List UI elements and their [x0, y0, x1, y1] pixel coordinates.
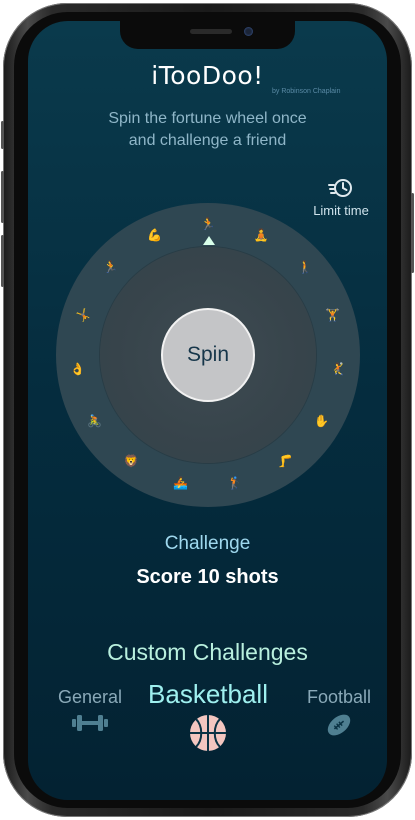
- wheel-segment-icon: 🏃: [103, 260, 119, 275]
- subtitle: Spin the fortune wheel once and challeng…: [28, 108, 387, 152]
- fortune-wheel[interactable]: 🏃 🧘 🚶 🏋 🤾 ✋ 🦵 🏌 🚣 🦁 🚴 👌 🤸 🏃 💪 Spin: [56, 203, 360, 507]
- wheel-segment-icon: 🚴: [87, 413, 103, 428]
- subtitle-line-1: Spin the fortune wheel once: [108, 110, 307, 127]
- mute-switch: [1, 121, 4, 149]
- tab-football-label: Football: [306, 687, 372, 707]
- wheel-segment-icon: 🏃: [200, 217, 216, 231]
- wheel-segment-icon: 🏋: [325, 307, 341, 322]
- wheel-segment-icon: 🤾: [330, 361, 346, 376]
- subtitle-line-2: and challenge a friend: [128, 132, 287, 149]
- wheel-segment-icon: ✋: [313, 413, 329, 428]
- author-byline: by Robinson Chaplain: [272, 88, 341, 95]
- custom-challenges-title: Custom Challenges: [107, 639, 308, 665]
- challenge-label: Challenge: [164, 533, 251, 554]
- title-row: iTooDoo!: [28, 61, 387, 90]
- basketball-icon: [190, 715, 226, 751]
- tab-football[interactable]: Football: [296, 687, 382, 743]
- tab-basketball-label: Basketball: [148, 679, 268, 709]
- wheel-segment-icon: 🧘: [253, 228, 269, 243]
- wheel-segment-icon: 💪: [147, 228, 163, 243]
- volume-down-button: [1, 235, 4, 287]
- stopwatch-icon: [328, 179, 352, 197]
- dumbbell-icon: [72, 715, 108, 731]
- wheel-segment-icon: 🦵: [277, 453, 293, 468]
- notch: [120, 21, 295, 49]
- app-screen: iTooDoo! by Robinson Chaplain Spin the f…: [28, 21, 387, 800]
- spin-button[interactable]: Spin: [161, 308, 255, 402]
- tab-general[interactable]: General: [50, 687, 130, 739]
- wheel-segment-icon: 👌: [70, 361, 86, 376]
- wheel-segment-icon: 🏌: [227, 476, 243, 491]
- volume-up-button: [1, 171, 4, 223]
- tab-basketball[interactable]: Basketball: [138, 679, 278, 757]
- wheel-pointer-icon: [203, 236, 215, 245]
- speaker: [190, 29, 232, 34]
- app-title: iTooDoo!: [151, 61, 264, 90]
- wheel-segment-icon: 🦁: [123, 453, 139, 468]
- challenge-text: Score 10 shots: [136, 566, 279, 588]
- wheel-segment-icon: 🚣: [173, 476, 189, 491]
- wheel-segment-icon: 🚶: [297, 260, 313, 275]
- front-camera: [244, 27, 253, 36]
- tab-general-label: General: [57, 687, 123, 707]
- wheel-segment-icon: 🤸: [75, 307, 91, 322]
- football-icon: [327, 714, 351, 736]
- power-button: [411, 193, 414, 273]
